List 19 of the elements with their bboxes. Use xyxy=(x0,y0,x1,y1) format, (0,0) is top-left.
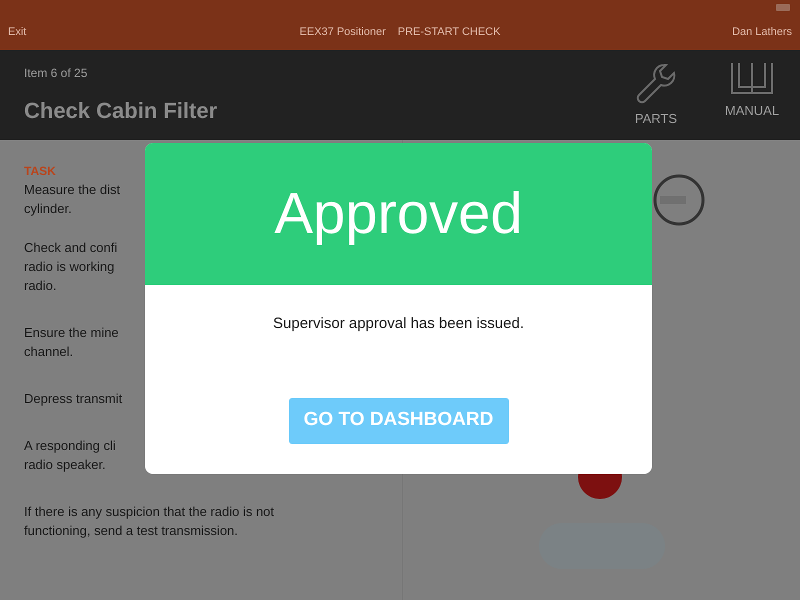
ring-icon xyxy=(653,174,705,226)
header-action-button[interactable]: MANUAL xyxy=(720,61,784,129)
user-name[interactable]: Dan Lathers xyxy=(692,24,792,40)
dialog-message: Supervisor approval has been issued. xyxy=(273,314,524,334)
task-paragraph: Check and confi radio is working radio. xyxy=(24,239,118,295)
task-paragraph: Ensure the mine channel. xyxy=(24,324,119,361)
exit-link[interactable]: Exit xyxy=(8,24,108,40)
task-paragraph: A responding cli radio speaker. xyxy=(24,437,116,474)
nav-title: EEX37 Positioner xyxy=(300,24,386,40)
task-paragraph: Depress transmit xyxy=(24,390,122,408)
nav-subtitle: PRE-START CHECK xyxy=(398,24,500,40)
task-paragraph: Measure the dist cylinder. xyxy=(24,181,120,218)
item-title: Check Cabin Filter xyxy=(24,96,218,124)
battery-icon xyxy=(776,4,792,10)
task-paragraph: If there is any suspicion that the radio is not functioning, send a test transmission. xyxy=(24,503,274,540)
header-action-button[interactable]: PARTS xyxy=(624,61,688,129)
task-heading: TASK xyxy=(24,163,56,180)
wrench-icon xyxy=(634,61,678,106)
dialog-title: Approved xyxy=(274,185,523,243)
